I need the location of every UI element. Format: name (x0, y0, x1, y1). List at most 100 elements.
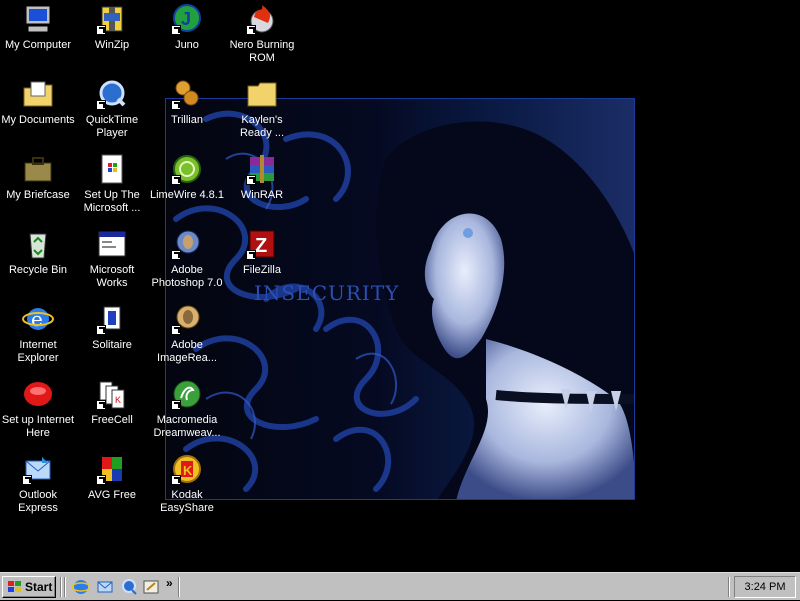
imageready-icon (171, 303, 203, 335)
my-computer-icon (22, 3, 54, 35)
desktop-icon-imageready[interactable]: Adobe ImageRea... (149, 303, 225, 373)
desktop-icon-kaylens-folder[interactable]: Kaylen's Ready ... (224, 78, 300, 148)
dreamweaver-icon (171, 378, 203, 410)
avg-icon (96, 453, 128, 485)
quick-launch-internet-explorer-icon[interactable] (71, 578, 91, 596)
desktop-icon-my-briefcase[interactable]: My Briefcase (0, 153, 76, 223)
desktop-icon-trillian[interactable]: Trillian (149, 78, 225, 148)
setup-internet-icon (22, 378, 54, 410)
taskbar-separator (178, 577, 180, 597)
desktop-icon-avg[interactable]: AVG Free (74, 453, 150, 523)
photoshop-icon (171, 228, 203, 260)
desktop-icon-label: Adobe Photoshop 7.0 (151, 264, 223, 289)
desktop-icon-quicktime[interactable]: QuickTime Player (74, 78, 150, 148)
quick-launch-outlook-express-icon[interactable] (96, 578, 114, 596)
taskbar: Start » 3:24 PM (0, 572, 800, 600)
desktop-icon-winrar[interactable]: WinRAR (224, 153, 300, 223)
filezilla-icon: Z (246, 228, 278, 260)
nero-icon (246, 3, 278, 35)
desktop-icon-juno[interactable]: J Juno (149, 3, 225, 73)
svg-text:e: e (31, 307, 43, 331)
system-tray-clock[interactable]: 3:24 PM (734, 576, 796, 598)
svg-text:J: J (181, 9, 191, 29)
desktop-icon-label: WinRAR (240, 189, 284, 201)
desktop-icon-solitaire[interactable]: Solitaire (74, 303, 150, 373)
desktop-icon-microsoft-works[interactable]: Microsoft Works (74, 228, 150, 298)
desktop-icon-label: My Briefcase (6, 189, 70, 201)
shortcut-arrow-icon (246, 175, 256, 185)
desktop-icon-label: Juno (175, 39, 199, 51)
juno-icon: J (171, 3, 203, 35)
desktop-icon-internet-explorer[interactable]: e Internet Explorer (0, 303, 76, 373)
shortcut-arrow-icon (96, 400, 106, 410)
internet-explorer-icon: e (22, 303, 54, 335)
trillian-icon (171, 78, 203, 110)
desktop-icon-label: Adobe ImageRea... (157, 339, 217, 364)
desktop-icon-label: Kaylen's Ready ... (239, 114, 285, 139)
shortcut-arrow-icon (171, 475, 181, 485)
desktop-icon-label: Macromedia Dreamweav... (153, 414, 221, 439)
desktop-icon-nero[interactable]: Nero Burning ROM (224, 3, 300, 73)
desktop-icon-label: My Computer (4, 39, 72, 51)
quick-launch-show-desktop-icon[interactable] (142, 578, 160, 596)
desktop-icon-winzip[interactable]: WinZip (74, 3, 150, 73)
shortcut-arrow-icon (22, 475, 32, 485)
start-label: Start (25, 580, 53, 594)
desktop-icon-label: Trillian (171, 114, 203, 126)
freecell-icon: K (96, 378, 128, 410)
solitaire-icon (96, 303, 128, 335)
shortcut-arrow-icon (96, 100, 106, 110)
microsoft-works-icon (96, 228, 128, 260)
shortcut-arrow-icon (171, 400, 181, 410)
svg-text:K: K (115, 395, 121, 405)
taskbar-separator (728, 577, 730, 597)
limewire-icon (171, 153, 203, 185)
shortcut-arrow-icon (171, 250, 181, 260)
desktop-icon-freecell[interactable]: K FreeCell (74, 378, 150, 448)
kodak-icon: K (171, 453, 203, 485)
svg-text:Z: Z (255, 235, 267, 257)
desktop-icon-label: Outlook Express (18, 489, 58, 514)
desktop-icon-label: AVG Free (87, 489, 137, 501)
my-documents-icon (22, 78, 54, 110)
desktop-icon-label: Internet Explorer (17, 339, 59, 364)
desktop-icon-label: FreeCell (91, 414, 133, 426)
briefcase-icon (22, 153, 54, 185)
winzip-icon (96, 3, 128, 35)
desktop-icon-label: My Documents (1, 114, 75, 126)
desktop-icon-label: Recycle Bin (8, 264, 68, 276)
start-button[interactable]: Start (2, 576, 56, 598)
quick-launch-chevron[interactable]: » (166, 576, 173, 590)
recycle-bin-icon (22, 228, 54, 260)
desktop-icon-outlook-express[interactable]: Outlook Express (0, 453, 76, 523)
desktop-icon-limewire[interactable]: LimeWire 4.8.1 (149, 153, 225, 223)
svg-text:K: K (183, 463, 193, 478)
desktop-icon-kodak[interactable]: K Kodak EasyShare (149, 453, 225, 523)
desktop-icon-filezilla[interactable]: Z FileZilla (224, 228, 300, 298)
desktop-icon-label: Kodak EasyShare (160, 489, 214, 514)
folder-icon (246, 78, 278, 110)
shortcut-arrow-icon (96, 475, 106, 485)
shortcut-arrow-icon (171, 325, 181, 335)
quick-launch-quicktime-icon[interactable] (120, 578, 138, 596)
outlook-express-icon (22, 453, 54, 485)
desktop-icon-setup-microsoft[interactable]: Set Up The Microsoft ... (74, 153, 150, 223)
desktop-icon-dreamweaver[interactable]: Macromedia Dreamweav... (149, 378, 225, 448)
shortcut-arrow-icon (246, 250, 256, 260)
taskbar-separator (60, 577, 62, 597)
desktop-icon-label: Nero Burning ROM (229, 39, 295, 64)
desktop-icon-label: LimeWire 4.8.1 (150, 189, 224, 201)
quick-launch-handle[interactable] (64, 577, 66, 597)
desktop-icon-recycle-bin[interactable]: Recycle Bin (0, 228, 76, 298)
desktop-icon-set-up-internet[interactable]: Set up Internet Here (0, 378, 76, 448)
desktop-icon-label: Set up Internet Here (1, 414, 75, 439)
shortcut-arrow-icon (246, 25, 256, 35)
shortcut-arrow-icon (96, 325, 106, 335)
shortcut-arrow-icon (171, 100, 181, 110)
windows-flag-icon (7, 580, 23, 600)
winrar-icon (246, 153, 278, 185)
desktop-icon-photoshop[interactable]: Adobe Photoshop 7.0 (149, 228, 225, 298)
desktop-icon-label: Solitaire (92, 339, 132, 351)
desktop-icon-my-documents[interactable]: My Documents (0, 78, 76, 148)
desktop-icon-my-computer[interactable]: My Computer (0, 3, 76, 73)
